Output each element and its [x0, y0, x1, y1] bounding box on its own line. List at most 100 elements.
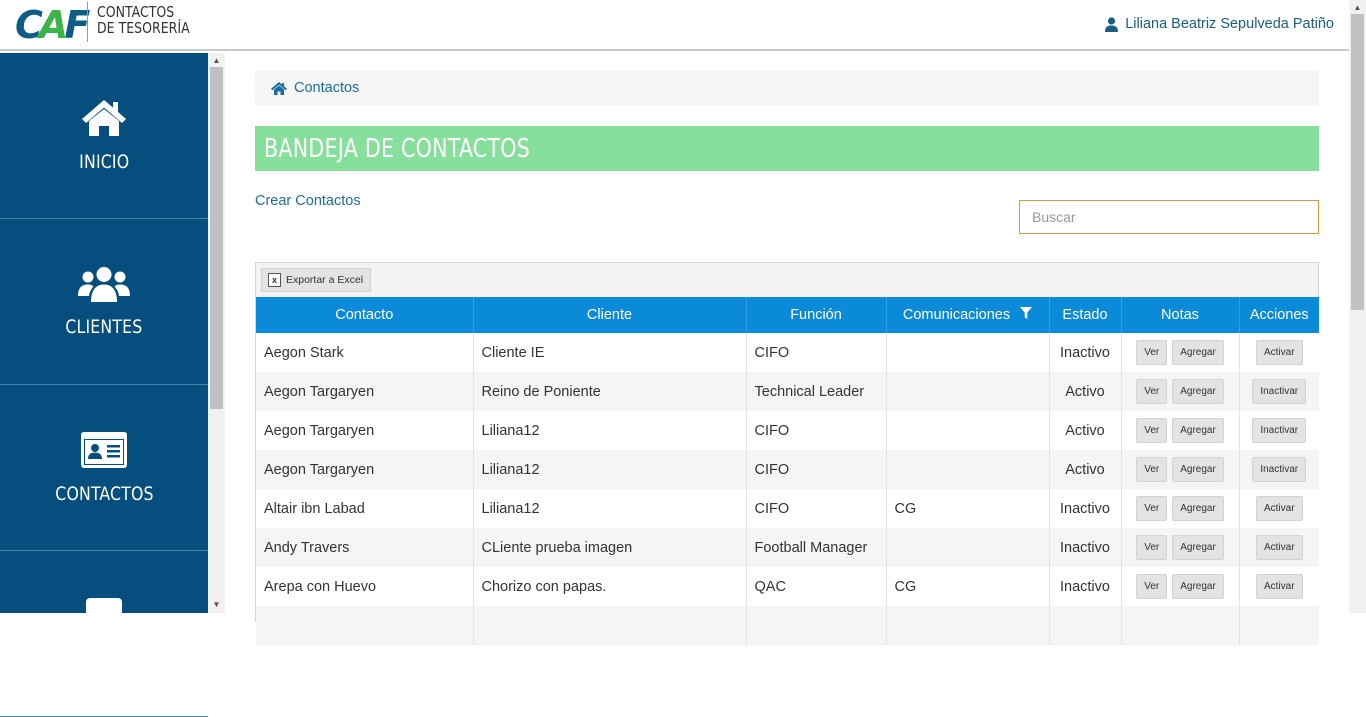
partial-icon — [86, 598, 122, 618]
cell-cliente: CLiente prueba imagen — [473, 528, 747, 567]
cell-acciones: Inactivar — [1239, 372, 1319, 411]
table-row: Aegon Targaryen Liliana12 CIFO Activo Ver Agr… — [256, 411, 1319, 450]
scroll-up-icon[interactable]: ▲ — [1349, 0, 1366, 14]
toggle-status-button[interactable]: Inactivar — [1252, 379, 1307, 404]
cell-notas: Ver Agregar — [1121, 450, 1240, 489]
app-name-line1: CONTACTOS — [97, 3, 175, 21]
contacts-table: Contacto Cliente Función Comunicaciones … — [256, 297, 1319, 645]
sidebar-item-label: CONTACTOS — [54, 482, 154, 505]
breadcrumb: Contactos — [255, 71, 1319, 105]
search-input[interactable] — [1019, 200, 1319, 234]
sidebar-item-clientes[interactable]: CLIENTES — [0, 219, 208, 385]
column-header-estado[interactable]: Estado — [1049, 297, 1122, 333]
page-scrollbar-thumb[interactable] — [1351, 14, 1364, 310]
cell-contacto: Arepa con Huevo — [256, 567, 474, 606]
scroll-up-icon[interactable]: ▲ — [208, 53, 225, 67]
home-icon — [82, 99, 126, 136]
table-header-row: Contacto Cliente Función Comunicaciones … — [256, 297, 1319, 333]
add-note-button[interactable]: Agregar — [1172, 535, 1224, 560]
view-notes-button[interactable]: Ver — [1136, 457, 1168, 482]
view-notes-button[interactable]: Ver — [1136, 535, 1168, 560]
cell-cliente: Reino de Poniente — [473, 372, 747, 411]
cell-estado: Inactivo — [1049, 489, 1122, 528]
add-note-button[interactable]: Agregar — [1172, 496, 1224, 521]
toggle-status-button[interactable]: Activar — [1255, 574, 1303, 599]
breadcrumb-item-contactos[interactable]: Contactos — [294, 80, 359, 96]
cell-estado: Activo — [1049, 411, 1122, 450]
cell-contacto — [256, 606, 474, 645]
cell-cliente: Cliente IE — [473, 333, 747, 372]
cell-notas: Ver Agregar — [1121, 567, 1240, 606]
toggle-status-button[interactable]: Activar — [1255, 535, 1303, 560]
cell-estado: Activo — [1049, 372, 1122, 411]
cell-comunicaciones: CG — [886, 489, 1050, 528]
cell-funcion: QAC — [746, 567, 887, 606]
column-header-notas[interactable]: Notas — [1121, 297, 1240, 333]
cell-estado: Activo — [1049, 450, 1122, 489]
logo-mark: CAF — [15, 3, 90, 47]
table-row: Arepa con Huevo Chorizo con papas. QAC CG In… — [256, 567, 1319, 606]
cell-funcion: CIFO — [746, 450, 887, 489]
cell-funcion — [746, 606, 887, 645]
cell-comunicaciones — [886, 528, 1050, 567]
cell-notas: Ver Agregar — [1121, 372, 1240, 411]
cell-comunicaciones: CG — [886, 567, 1050, 606]
cell-cliente: Liliana12 — [473, 489, 747, 528]
cell-contacto: Aegon Stark — [256, 333, 474, 372]
scroll-down-icon[interactable]: ▼ — [208, 597, 225, 611]
sidebar-item-inicio[interactable]: INICIO — [0, 53, 208, 219]
cell-funcion: CIFO — [746, 333, 887, 372]
sidebar-item-label: CLIENTES — [65, 315, 143, 338]
column-header-contacto[interactable]: Contacto — [256, 297, 474, 333]
add-note-button[interactable]: Agregar — [1172, 457, 1224, 482]
sidebar-item-contactos[interactable]: CONTACTOS — [0, 385, 208, 551]
cell-acciones — [1239, 606, 1319, 645]
cell-acciones: Activar — [1239, 567, 1319, 606]
cell-estado: Inactivo — [1049, 567, 1122, 606]
filter-icon[interactable] — [1020, 307, 1033, 320]
excel-icon: x — [268, 273, 281, 287]
cell-funcion: CIFO — [746, 411, 887, 450]
sidebar-item-more[interactable] — [0, 551, 208, 717]
view-notes-button[interactable]: Ver — [1136, 418, 1168, 443]
cell-contacto: Aegon Targaryen — [256, 372, 474, 411]
add-note-button[interactable]: Agregar — [1172, 574, 1224, 599]
view-notes-button[interactable]: Ver — [1136, 496, 1168, 521]
toggle-status-button[interactable]: Activar — [1255, 340, 1303, 365]
cell-estado: Inactivo — [1049, 333, 1122, 372]
view-notes-button[interactable]: Ver — [1136, 574, 1168, 599]
toggle-status-button[interactable]: Activar — [1255, 496, 1303, 521]
cell-estado: Inactivo — [1049, 528, 1122, 567]
cell-acciones: Activar — [1239, 489, 1319, 528]
column-header-funcion[interactable]: Función — [746, 297, 887, 333]
cell-contacto: Aegon Targaryen — [256, 450, 474, 489]
user-menu[interactable]: Liliana Beatriz Sepulveda Patiño — [1105, 16, 1334, 32]
add-note-button[interactable]: Agregar — [1172, 379, 1224, 404]
cell-notas: Ver Agregar — [1121, 528, 1240, 567]
export-excel-button[interactable]: x Exportar a Excel — [261, 268, 372, 292]
home-icon[interactable] — [271, 81, 287, 95]
column-header-acciones[interactable]: Acciones — [1239, 297, 1319, 333]
sidebar-scrollbar-thumb[interactable] — [210, 67, 223, 409]
toggle-status-button[interactable]: Inactivar — [1252, 457, 1307, 482]
page-title: BANDEJA DE CONTACTOS — [264, 133, 531, 164]
add-note-button[interactable]: Agregar — [1172, 418, 1224, 443]
caf-logo[interactable]: CAF — [15, 3, 90, 47]
cell-acciones: Activar — [1239, 528, 1319, 567]
column-header-comunicaciones[interactable]: Comunicaciones — [886, 297, 1050, 333]
cell-notas: Ver Agregar — [1121, 489, 1240, 528]
app-name: CONTACTOS DE TESORERÍA — [97, 4, 190, 36]
cell-cliente: Liliana12 — [473, 411, 747, 450]
add-note-button[interactable]: Agregar — [1172, 340, 1224, 365]
toggle-status-button[interactable]: Inactivar — [1252, 418, 1307, 443]
user-name: Liliana Beatriz Sepulveda Patiño — [1125, 16, 1334, 32]
top-header: CAF CONTACTOS DE TESORERÍA Liliana Beatr… — [0, 0, 1366, 51]
view-notes-button[interactable]: Ver — [1136, 340, 1168, 365]
column-header-cliente[interactable]: Cliente — [473, 297, 747, 333]
cell-notas: Ver Agregar — [1121, 333, 1240, 372]
create-contact-link[interactable]: Crear Contactos — [255, 193, 361, 209]
cell-acciones: Inactivar — [1239, 411, 1319, 450]
view-notes-button[interactable]: Ver — [1136, 379, 1168, 404]
cell-estado — [1049, 606, 1122, 645]
contacts-grid: x Exportar a Excel Contacto Cliente Func… — [255, 262, 1319, 645]
